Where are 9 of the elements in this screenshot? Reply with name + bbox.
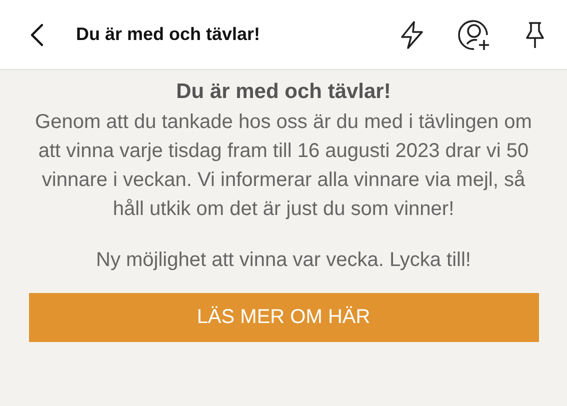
lightning-icon[interactable] [399, 20, 425, 50]
add-user-icon[interactable] [457, 18, 491, 52]
pin-icon[interactable] [523, 20, 547, 50]
heading: Du är med och tävlar! [176, 80, 391, 104]
back-icon[interactable] [30, 22, 44, 46]
header-title: Du är med och tävlar! [76, 24, 262, 45]
read-more-button[interactable]: LÄS MER OM HÄR [28, 293, 538, 342]
paragraph: Ny möjlighet att vinna var vecka. Lycka till! [96, 248, 471, 273]
paragraph: Genom att du tankade hos oss är du med i tävlingen om att vinna varje tisdag fram till 16 augusti 2023 drar vi 50 vinnare i veckan. Vi informerar alla vinnare via mejl, så håll utkik om det är just du som vinner! [34, 110, 533, 222]
